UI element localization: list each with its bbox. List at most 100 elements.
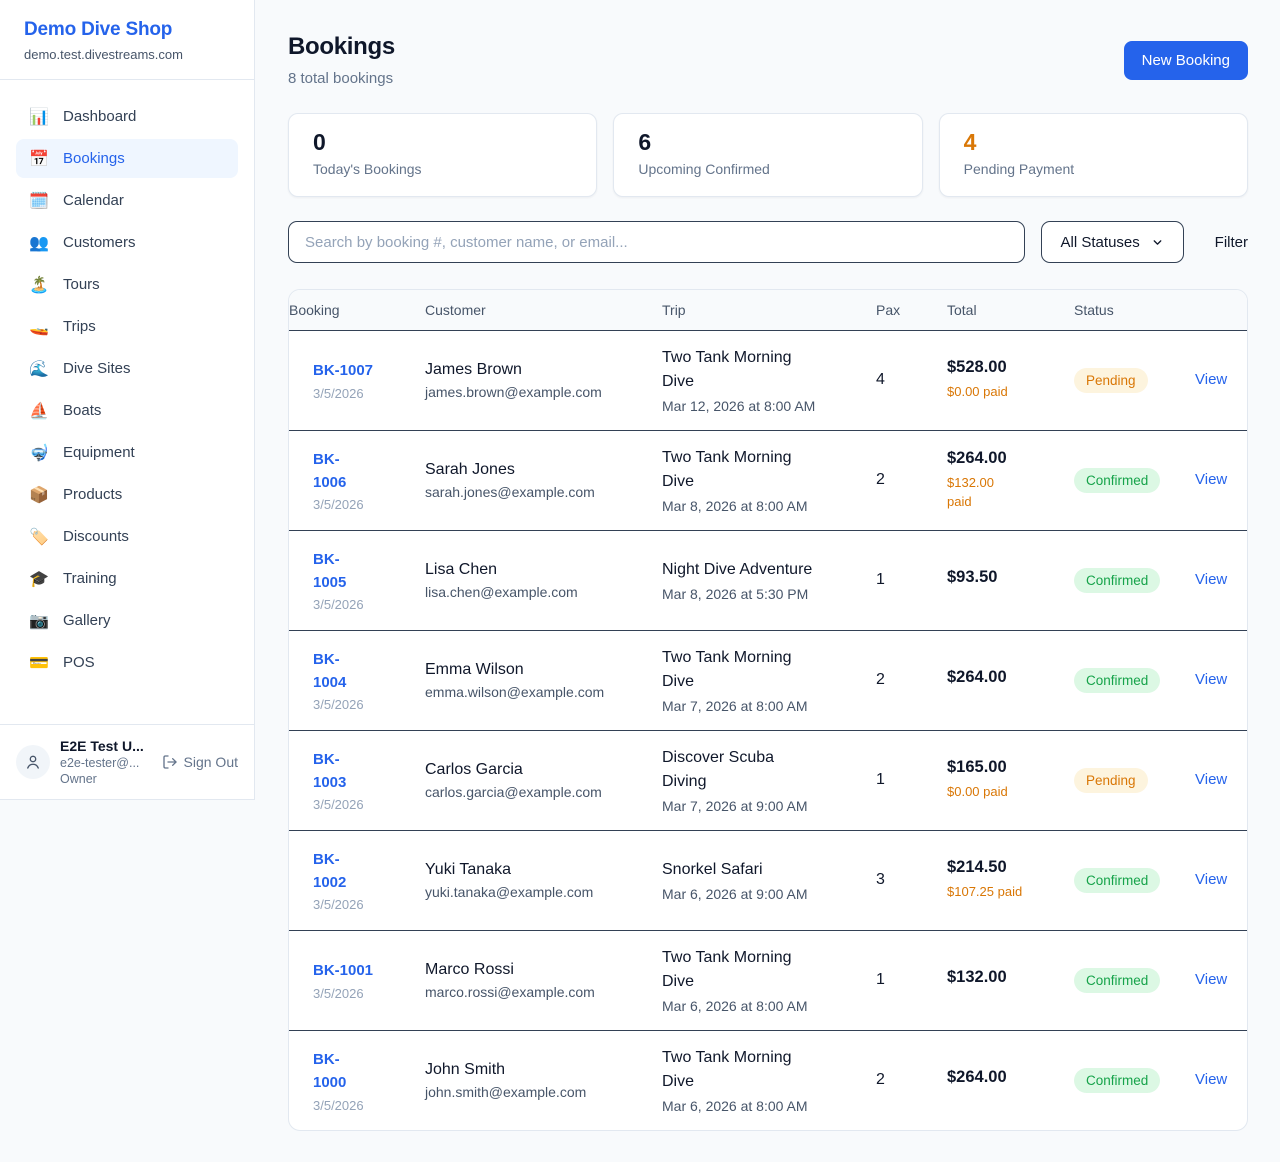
sidebar-user-panel: E2E Test U... e2e-tester@... Owner Sign … [0, 724, 254, 799]
bookings-page: Demo Dive Shop demo.test.divestreams.com… [0, 0, 1280, 1162]
shop-domain: demo.test.divestreams.com [24, 47, 230, 62]
booking-number-link[interactable]: BK- 1005 [313, 548, 346, 595]
booking-number-link[interactable]: BK-1001 [313, 959, 373, 982]
pax-count: 2 [876, 1071, 885, 1088]
table-row-bk-1004: BK- 1004 3/5/2026 Emma Wilson emma.wilso… [289, 630, 1248, 730]
sidebar-item-label: Dashboard [63, 108, 136, 125]
sidebar-item-label: Equipment [63, 444, 135, 461]
view-link[interactable]: View [1195, 671, 1227, 688]
sidebar-item-trips[interactable]: 🚤 Trips [16, 307, 238, 346]
sidebar-item-icon: 🗓️ [28, 193, 50, 209]
table-row-bk-1005: BK- 1005 3/5/2026 Lisa Chen lisa.chen@ex… [289, 530, 1248, 630]
sidebar-item-icon: 💳 [28, 655, 50, 671]
booking-number-link[interactable]: BK- 1004 [313, 648, 346, 695]
booking-number-link[interactable]: BK- 1002 [313, 848, 346, 895]
stat-label: Upcoming Confirmed [638, 161, 897, 177]
stats-row: 0 Today's Bookings 6 Upcoming Confirmed … [288, 113, 1248, 197]
paid-amount: $132.00 paid [947, 473, 1050, 512]
sidebar-item-customers[interactable]: 👥 Customers [16, 223, 238, 262]
sign-out-icon [162, 754, 178, 770]
main-content: Bookings 8 total bookings New Booking 0 … [255, 0, 1280, 1162]
booking-date: 3/5/2026 [313, 697, 401, 712]
sidebar-item-label: Products [63, 486, 122, 503]
status-badge: Confirmed [1074, 1068, 1160, 1093]
pax-count: 1 [876, 571, 885, 588]
sidebar-item-icon: 🎓 [28, 571, 50, 587]
avatar [16, 745, 50, 779]
customer-email: carlos.garcia@example.com [425, 784, 638, 800]
booking-date: 3/5/2026 [313, 986, 401, 1001]
table-row-bk-1006: BK- 1006 3/5/2026 Sarah Jones sarah.jone… [289, 430, 1248, 530]
sidebar-item-icon: ⛵ [28, 403, 50, 419]
bookings-table: Booking Customer Trip Pax Total Status [289, 290, 1248, 1130]
stat-label: Pending Payment [964, 161, 1223, 177]
sidebar-item-pos[interactable]: 💳 POS [16, 643, 238, 682]
view-link[interactable]: View [1195, 1071, 1227, 1088]
search-input[interactable] [288, 221, 1025, 263]
trip-datetime: Mar 8, 2026 at 5:30 PM [662, 586, 852, 602]
trip-datetime: Mar 7, 2026 at 8:00 AM [662, 698, 852, 714]
view-link[interactable]: View [1195, 471, 1227, 488]
column-header-customer: Customer [425, 290, 662, 330]
sidebar-item-label: Tours [63, 276, 100, 293]
trip-datetime: Mar 6, 2026 at 8:00 AM [662, 998, 852, 1014]
trip-name: Two Tank Morning Dive [662, 1046, 852, 1094]
customer-email: sarah.jones@example.com [425, 484, 638, 500]
status-filter-select[interactable]: All Statuses [1041, 221, 1184, 263]
pax-count: 3 [876, 871, 885, 888]
sidebar-item-tours[interactable]: 🏝️ Tours [16, 265, 238, 304]
sidebar-item-calendar[interactable]: 🗓️ Calendar [16, 181, 238, 220]
filter-button[interactable]: Filter [1215, 234, 1248, 251]
page-subtitle: 8 total bookings [288, 70, 395, 87]
view-link[interactable]: View [1195, 971, 1227, 988]
view-link[interactable]: View [1195, 771, 1227, 788]
booking-number-link[interactable]: BK- 1006 [313, 448, 346, 495]
sidebar-item-gallery[interactable]: 📷 Gallery [16, 601, 238, 640]
person-icon [24, 753, 42, 771]
new-booking-button[interactable]: New Booking [1124, 41, 1248, 80]
page-title: Bookings [288, 33, 395, 61]
table-body: BK-1007 3/5/2026 James Brown james.brown… [289, 330, 1248, 1130]
pax-count: 2 [876, 671, 885, 688]
status-filter-value: All Statuses [1061, 234, 1140, 251]
sidebar-item-dive-sites[interactable]: 🌊 Dive Sites [16, 349, 238, 388]
total-amount: $264.00 [947, 449, 1050, 468]
sidebar: Demo Dive Shop demo.test.divestreams.com… [0, 0, 255, 800]
column-header-booking: Booking [289, 290, 425, 330]
stat-label: Today's Bookings [313, 161, 572, 177]
total-amount: $93.50 [947, 568, 1050, 587]
sign-out-button[interactable]: Sign Out [162, 754, 238, 770]
total-amount: $264.00 [947, 668, 1050, 687]
customer-name: James Brown [425, 361, 638, 379]
status-badge: Pending [1074, 368, 1148, 393]
trip-name: Two Tank Morning Dive [662, 646, 852, 694]
booking-number-link[interactable]: BK- 1000 [313, 1048, 346, 1095]
customer-name: John Smith [425, 1061, 638, 1079]
trip-datetime: Mar 6, 2026 at 9:00 AM [662, 886, 852, 902]
view-link[interactable]: View [1195, 371, 1227, 388]
sidebar-item-bookings[interactable]: 📅 Bookings [16, 139, 238, 178]
view-link[interactable]: View [1195, 871, 1227, 888]
pax-count: 1 [876, 771, 885, 788]
sidebar-item-dashboard[interactable]: 📊 Dashboard [16, 97, 238, 136]
sidebar-item-icon: 🤿 [28, 445, 50, 461]
trip-datetime: Mar 8, 2026 at 8:00 AM [662, 498, 852, 514]
page-header: Bookings 8 total bookings New Booking [288, 33, 1248, 87]
sidebar-item-boats[interactable]: ⛵ Boats [16, 391, 238, 430]
sidebar-item-equipment[interactable]: 🤿 Equipment [16, 433, 238, 472]
sidebar-item-icon: 🏝️ [28, 277, 50, 293]
booking-number-link[interactable]: BK-1007 [313, 359, 373, 382]
table-row-bk-1000: BK- 1000 3/5/2026 John Smith john.smith@… [289, 1030, 1248, 1130]
sidebar-header: Demo Dive Shop demo.test.divestreams.com [0, 0, 254, 80]
status-badge: Pending [1074, 768, 1148, 793]
trip-datetime: Mar 7, 2026 at 9:00 AM [662, 798, 852, 814]
sidebar-item-products[interactable]: 📦 Products [16, 475, 238, 514]
sidebar-nav: 📊 Dashboard 📅 Bookings 🗓️ Calendar 👥 Cus… [0, 80, 254, 682]
sidebar-item-discounts[interactable]: 🏷️ Discounts [16, 517, 238, 556]
sidebar-item-training[interactable]: 🎓 Training [16, 559, 238, 598]
booking-number-link[interactable]: BK- 1003 [313, 748, 346, 795]
trip-name: Two Tank Morning Dive [662, 946, 852, 994]
view-link[interactable]: View [1195, 571, 1227, 588]
sidebar-item-icon: 🌊 [28, 361, 50, 377]
total-amount: $528.00 [947, 358, 1050, 377]
